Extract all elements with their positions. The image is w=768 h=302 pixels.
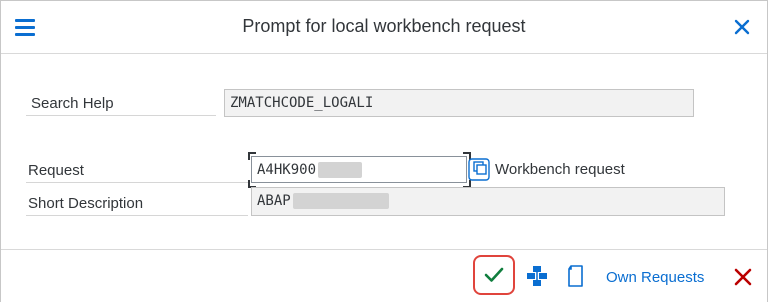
request-label: Request — [26, 161, 248, 183]
request-type-description: Workbench request — [495, 161, 625, 178]
redacted-block — [318, 162, 363, 178]
short-description-label: Short Description — [26, 194, 248, 216]
request-input-value: A4HK900 — [257, 162, 317, 178]
own-requests-button[interactable]: Own Requests — [606, 269, 704, 286]
focus-corner — [248, 152, 256, 160]
dialog-content: Search Help ZMATCHCODE_LOGALI Request — [1, 54, 767, 249]
dialog-title-bar: Prompt for local workbench request — [1, 1, 767, 54]
search-help-label: Search Help — [26, 94, 216, 116]
close-icon[interactable] — [729, 15, 755, 39]
dialog-title: Prompt for local workbench request — [242, 16, 526, 36]
checkmark-icon[interactable] — [481, 263, 507, 287]
short-description-field[interactable]: ABAP — [251, 187, 725, 216]
value-help-icon[interactable] — [468, 156, 492, 182]
cancel-x-icon[interactable] — [731, 265, 755, 289]
workbench-request-dialog: Prompt for local workbench request Searc… — [0, 0, 768, 302]
new-document-icon[interactable] — [565, 263, 587, 289]
request-input[interactable]: A4HK900 — [251, 156, 467, 183]
redacted-block — [292, 193, 389, 209]
search-help-field: ZMATCHCODE_LOGALI — [224, 89, 694, 117]
hierarchy-icon[interactable] — [524, 264, 550, 288]
short-description-value: ABAP — [257, 193, 291, 209]
